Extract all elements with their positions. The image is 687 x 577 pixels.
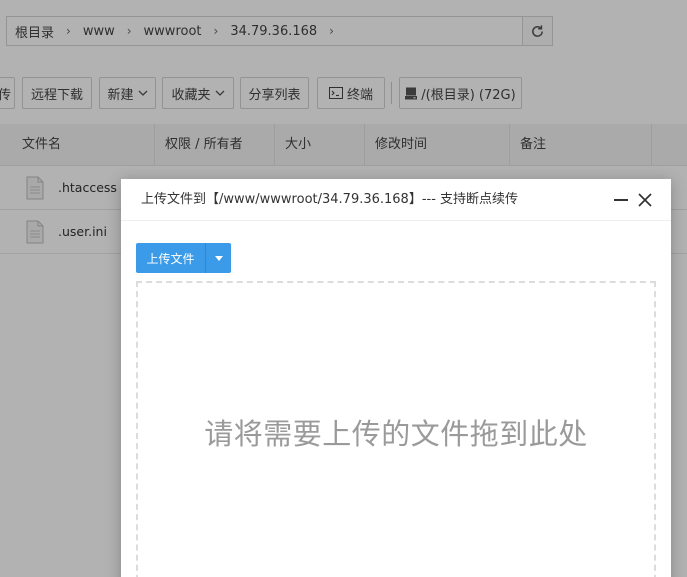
drop-hint: 请将需要上传的文件拖到此处 [204,417,588,451]
upload-file-split-button: 上传文件 [136,243,231,273]
dialog-header: 上传文件到【/www/wwwroot/34.79.36.168】--- 支持断点… [121,179,671,221]
upload-dialog: 上传文件到【/www/wwwroot/34.79.36.168】--- 支持断点… [121,179,671,577]
caret-down-icon [214,255,223,261]
close-icon[interactable] [637,192,653,208]
file-drop-zone[interactable]: 请将需要上传的文件拖到此处 [136,281,656,577]
upload-options-dropdown[interactable] [206,243,231,273]
upload-file-button[interactable]: 上传文件 [136,243,206,273]
minimize-icon [614,199,628,201]
dialog-title: 上传文件到【/www/wwwroot/34.79.36.168】--- 支持断点… [141,192,519,207]
